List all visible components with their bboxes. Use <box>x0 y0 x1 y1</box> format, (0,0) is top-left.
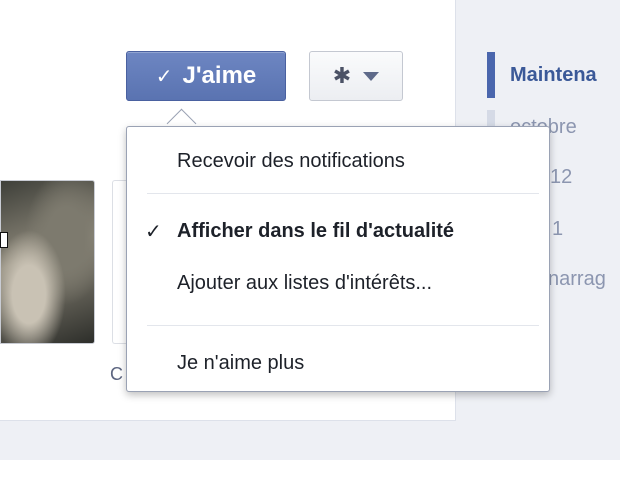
like-options-menu: Recevoir des notifications ✓ Afficher da… <box>126 126 550 392</box>
timeline-item-current[interactable]: Maintena <box>510 64 597 87</box>
menu-item-add-to-interest-lists[interactable]: Ajouter aux listes d'intérêts... <box>127 261 549 305</box>
settings-dropdown-button[interactable]: ✱ <box>309 51 403 101</box>
menu-item-label: Afficher dans le fil d'actualité <box>177 219 455 242</box>
menu-divider <box>147 193 539 194</box>
gear-icon: ✱ <box>332 63 352 88</box>
menu-item-unlike[interactable]: Je n'aime plus <box>127 341 549 385</box>
menu-divider <box>147 325 539 326</box>
timeline-item[interactable]: 12 <box>550 166 572 189</box>
menu-item-label: Je n'aime plus <box>177 351 305 374</box>
menu-item-notifications[interactable]: Recevoir des notifications <box>127 139 549 183</box>
menu-item-label: Ajouter aux listes d'intérêts... <box>177 271 433 294</box>
timeline-active-marker <box>487 52 495 98</box>
timeline-item[interactable]: 1 <box>552 218 563 241</box>
timeline-item[interactable]: narrag <box>548 268 606 291</box>
post-photo[interactable] <box>0 180 95 344</box>
menu-item-show-in-news-feed[interactable]: ✓ Afficher dans le fil d'actualité <box>127 209 549 253</box>
photo-overlay-mark <box>0 232 8 248</box>
like-button[interactable]: ✓ J'aime <box>126 51 286 101</box>
check-icon: ✓ <box>155 65 173 88</box>
chevron-down-icon <box>363 71 380 81</box>
truncated-link[interactable]: C <box>110 364 123 385</box>
like-button-label: J'aime <box>182 62 257 89</box>
check-icon: ✓ <box>145 220 162 243</box>
menu-item-label: Recevoir des notifications <box>177 149 405 172</box>
